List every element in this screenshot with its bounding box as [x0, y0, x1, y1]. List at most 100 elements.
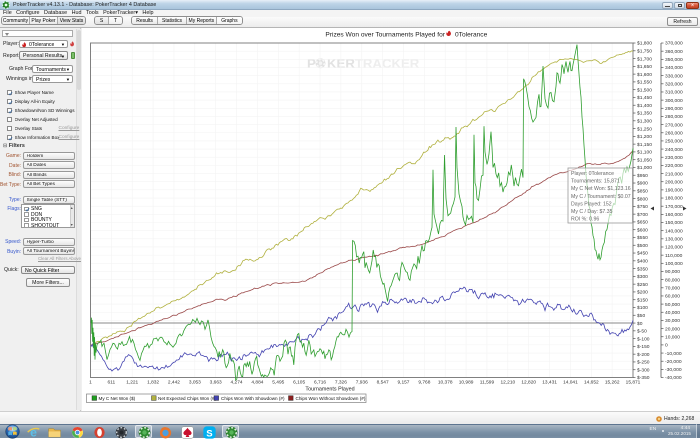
- svg-text:150,000: 150,000: [665, 220, 683, 226]
- svg-text:3,053: 3,053: [189, 380, 201, 386]
- svg-text:280,000: 280,000: [665, 114, 683, 120]
- svg-text:1: 1: [89, 380, 92, 386]
- svg-text:$200: $200: [637, 290, 648, 296]
- svg-text:14,652: 14,652: [584, 380, 599, 386]
- svg-text:$1,600: $1,600: [637, 72, 652, 78]
- svg-text:6,105: 6,105: [293, 380, 305, 386]
- svg-text:190,000: 190,000: [665, 188, 683, 194]
- svg-text:$450: $450: [637, 251, 648, 257]
- svg-text:20,000: 20,000: [665, 326, 680, 332]
- svg-text:1,221: 1,221: [126, 380, 138, 386]
- svg-text:$1,200: $1,200: [637, 134, 652, 140]
- svg-text:Tournaments: 15,871: Tournaments: 15,871: [571, 179, 620, 185]
- svg-text:611: 611: [108, 380, 116, 386]
- svg-text:ROI %: 0.96: ROI %: 0.96: [571, 217, 599, 223]
- svg-text:10,000: 10,000: [665, 334, 680, 340]
- svg-text:370,000: 370,000: [665, 41, 683, 47]
- svg-text:160,000: 160,000: [665, 212, 683, 218]
- svg-text:$1,050: $1,050: [637, 157, 652, 163]
- svg-text:$1,100: $1,100: [637, 150, 652, 156]
- svg-text:250,000: 250,000: [665, 139, 683, 145]
- svg-text:My C Net Won: $1,123.16: My C Net Won: $1,123.16: [571, 186, 631, 192]
- svg-text:$850: $850: [637, 189, 648, 195]
- svg-text:40,000: 40,000: [665, 310, 680, 316]
- svg-text:$1,250: $1,250: [637, 126, 652, 132]
- svg-text:7,936: 7,936: [356, 380, 368, 386]
- svg-text:-10,000: -10,000: [665, 351, 682, 357]
- svg-text:12,210: 12,210: [501, 380, 516, 386]
- svg-text:15,262: 15,262: [605, 380, 620, 386]
- svg-text:Net Expected Chips Won (#): Net Expected Chips Won (#): [158, 396, 217, 401]
- svg-text:70,000: 70,000: [665, 285, 680, 291]
- svg-text:$1,700: $1,700: [637, 56, 652, 62]
- svg-text:$150: $150: [637, 297, 648, 303]
- svg-text:110,000: 110,000: [665, 253, 683, 259]
- svg-text:$1,800: $1,800: [637, 41, 652, 47]
- svg-text:$50: $50: [637, 313, 645, 319]
- svg-text:$0: $0: [637, 321, 643, 327]
- svg-text:3,663: 3,663: [210, 380, 222, 386]
- svg-text:My C / Day: $7.35: My C / Day: $7.35: [571, 209, 613, 215]
- svg-text:270,000: 270,000: [665, 122, 683, 128]
- svg-text:$950: $950: [637, 173, 648, 179]
- svg-text:$1,150: $1,150: [637, 142, 652, 148]
- svg-text:P: P: [307, 56, 316, 71]
- svg-text:350,000: 350,000: [665, 57, 683, 63]
- svg-text:$-200: $-200: [637, 352, 650, 358]
- svg-text:130,000: 130,000: [665, 237, 683, 243]
- svg-text:$1,550: $1,550: [637, 80, 652, 86]
- svg-text:300,000: 300,000: [665, 98, 683, 104]
- svg-text:-20,000: -20,000: [665, 359, 682, 365]
- svg-text:Prizes Won over Tournaments Pl: Prizes Won over Tournaments Played for: [325, 32, 445, 39]
- svg-text:5,495: 5,495: [272, 380, 284, 386]
- svg-text:$1,400: $1,400: [637, 103, 652, 109]
- svg-text:$600: $600: [637, 227, 648, 233]
- svg-text:$1,300: $1,300: [637, 119, 652, 125]
- svg-text:$1,750: $1,750: [637, 48, 652, 54]
- svg-text:Player: 0Tolerance: Player: 0Tolerance: [571, 171, 614, 177]
- svg-text:10,378: 10,378: [438, 380, 453, 386]
- svg-text:8,547: 8,547: [377, 380, 389, 386]
- svg-text:$400: $400: [637, 259, 648, 265]
- svg-text:$750: $750: [637, 204, 648, 210]
- svg-text:90,000: 90,000: [665, 269, 680, 275]
- svg-text:$350: $350: [637, 266, 648, 272]
- svg-text:$700: $700: [637, 212, 648, 218]
- svg-text:S: S: [206, 428, 212, 439]
- svg-text:13,431: 13,431: [542, 380, 557, 386]
- svg-text:$1,350: $1,350: [637, 111, 652, 117]
- svg-text:14,041: 14,041: [563, 380, 578, 386]
- svg-text:Chips Won With Showdown (#): Chips Won With Showdown (#): [221, 396, 285, 401]
- svg-text:330,000: 330,000: [665, 73, 683, 79]
- svg-text:170,000: 170,000: [665, 204, 683, 210]
- svg-text:210,000: 210,000: [665, 171, 683, 177]
- svg-text:11,599: 11,599: [480, 380, 495, 386]
- svg-text:100,000: 100,000: [665, 261, 683, 267]
- svg-text:260,000: 260,000: [665, 130, 683, 136]
- svg-text:-30,000: -30,000: [665, 367, 682, 373]
- svg-text:230,000: 230,000: [665, 155, 683, 161]
- svg-text:240,000: 240,000: [665, 147, 683, 153]
- svg-text:320,000: 320,000: [665, 82, 683, 88]
- svg-text:360,000: 360,000: [665, 49, 683, 55]
- svg-text:2,442: 2,442: [168, 380, 180, 386]
- svg-text:340,000: 340,000: [665, 65, 683, 71]
- svg-text:$800: $800: [637, 196, 648, 202]
- svg-text:0: 0: [665, 343, 668, 349]
- svg-text:$-300: $-300: [637, 367, 650, 373]
- svg-text:15,871: 15,871: [626, 380, 641, 386]
- svg-text:$-100: $-100: [637, 336, 650, 342]
- svg-text:$1,650: $1,650: [637, 64, 652, 70]
- svg-text:6,716: 6,716: [314, 380, 326, 386]
- svg-text:$1,450: $1,450: [637, 95, 652, 101]
- svg-text:200,000: 200,000: [665, 179, 683, 185]
- svg-text:310,000: 310,000: [665, 90, 683, 96]
- svg-text:12,820: 12,820: [521, 380, 536, 386]
- svg-text:60,000: 60,000: [665, 294, 680, 300]
- svg-text:Days Played: 152: Days Played: 152: [571, 201, 612, 207]
- svg-text:$900: $900: [637, 181, 648, 187]
- svg-text:My C / Tournament: $0.07: My C / Tournament: $0.07: [571, 194, 631, 200]
- svg-text:$100: $100: [637, 305, 648, 311]
- svg-text:80,000: 80,000: [665, 277, 680, 283]
- svg-text:Chips Won Without Showdown (#): Chips Won Without Showdown (#): [296, 396, 366, 401]
